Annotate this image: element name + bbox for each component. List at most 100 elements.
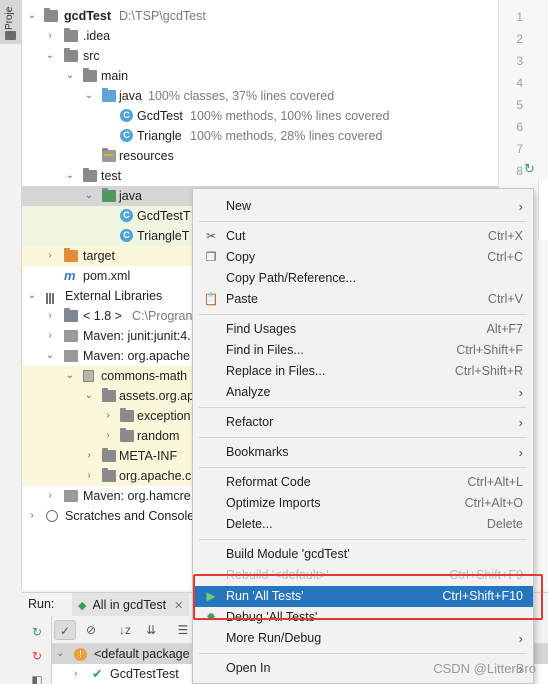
menu-item-shortcut: Ctrl+Alt+L <box>467 475 523 489</box>
menu-item-label: Reformat Code <box>226 475 311 489</box>
menu-item-debug-all-tests[interactable]: ✹ Debug 'All Tests' <box>193 607 533 628</box>
class-icon: C <box>120 109 133 122</box>
line-number: 3 <box>516 54 523 68</box>
tree-row-resources[interactable]: resources <box>22 146 498 166</box>
menu-item-cut[interactable]: ✂ Cut Ctrl+X <box>193 226 533 247</box>
chevron-right-icon[interactable]: › <box>83 466 95 486</box>
menu-item-copy[interactable]: ❐ Copy Ctrl+C <box>193 247 533 268</box>
run-tab-all-in-gcdtest[interactable]: ◆ All in gcdTest ✕ <box>72 593 190 617</box>
chevron-right-icon[interactable]: › <box>74 664 77 684</box>
random-label: random <box>137 429 180 443</box>
menu-item-refactor[interactable]: Refactor › <box>193 412 533 433</box>
chevron-down-icon[interactable]: ⌄ <box>83 386 95 406</box>
tree-row-root[interactable]: ⌄ gcdTest D:\TSP\gcdTest <box>22 6 498 26</box>
menu-item-shortcut: Delete <box>486 517 523 531</box>
menu-separator <box>199 653 527 654</box>
menu-item-optimize-imports[interactable]: Optimize Imports Ctrl+Alt+O <box>193 493 533 514</box>
chevron-right-icon[interactable]: › <box>102 406 114 426</box>
test-folder-icon <box>102 188 116 202</box>
chevron-down-icon[interactable]: ⌄ <box>64 66 76 86</box>
sort-duration-button[interactable]: ⇊ <box>140 620 162 640</box>
library-icon <box>64 330 78 342</box>
chevron-right-icon[interactable]: › <box>83 446 95 466</box>
menu-item-copy-path[interactable]: Copy Path/Reference... <box>193 268 533 289</box>
chevron-right-icon[interactable]: › <box>44 486 56 506</box>
menu-item-analyze[interactable]: Analyze › <box>193 382 533 403</box>
tree-row-idea[interactable]: › .idea <box>22 26 498 46</box>
rerun-failed-icon[interactable]: ↻ <box>29 648 45 664</box>
menu-item-label: Debug 'All Tests' <box>226 610 318 624</box>
menu-item-build-module[interactable]: Build Module 'gcdTest' <box>193 544 533 565</box>
chevron-right-icon[interactable]: › <box>26 506 38 526</box>
menu-item-shortcut: Ctrl+Shift+R <box>454 364 523 378</box>
menu-item-label: Run 'All Tests' <box>226 589 304 603</box>
resources-folder-icon <box>102 148 116 162</box>
expand-all-button[interactable]: ☰ <box>172 620 194 640</box>
close-icon[interactable]: ✕ <box>174 600 183 612</box>
chevron-down-icon[interactable]: ⌄ <box>26 286 38 306</box>
gcdtest-class-label: GcdTest <box>137 109 183 123</box>
tree-row-src[interactable]: ⌄ src <box>22 46 498 66</box>
menu-item-find-usages[interactable]: Find Usages Alt+F7 <box>193 319 533 340</box>
gcdtest-coverage: 100% methods, 100% lines covered <box>190 109 390 123</box>
folder-icon <box>64 28 78 42</box>
chevron-right-icon: › <box>518 631 523 646</box>
show-passed-button[interactable]: ✓ <box>54 620 76 640</box>
sort-alpha-button[interactable]: ↓z <box>114 620 136 640</box>
menu-item-reformat-code[interactable]: Reformat Code Ctrl+Alt+L <box>193 472 533 493</box>
chevron-down-icon[interactable]: ⌄ <box>44 46 56 66</box>
chevron-right-icon[interactable]: › <box>44 246 56 266</box>
idea-label: .idea <box>83 29 111 43</box>
menu-item-new[interactable]: New › <box>193 196 533 217</box>
chevron-right-icon[interactable]: › <box>44 306 56 326</box>
tree-row-test[interactable]: ⌄ test <box>22 166 498 186</box>
menu-separator <box>199 467 527 468</box>
toggle-icon[interactable]: ◧ <box>29 672 45 684</box>
run-tab-label: All in gcdTest <box>92 598 167 612</box>
chevron-right-icon[interactable]: › <box>44 26 56 46</box>
excluded-folder-icon <box>64 248 78 262</box>
debug-icon: ✹ <box>205 610 217 624</box>
folder-icon <box>102 448 116 462</box>
menu-item-bookmarks[interactable]: Bookmarks › <box>193 442 533 463</box>
chevron-down-icon[interactable]: ⌄ <box>64 366 76 386</box>
menu-item-replace-in-files[interactable]: Replace in Files... Ctrl+Shift+R <box>193 361 533 382</box>
chevron-right-icon[interactable]: › <box>102 426 114 446</box>
chevron-down-icon[interactable]: ⌄ <box>83 86 95 106</box>
folder-icon <box>83 168 97 182</box>
tree-row-gcdtest-class[interactable]: C GcdTest 100% methods, 100% lines cover… <box>22 106 498 126</box>
show-ignored-button[interactable]: ⊘ <box>80 620 102 640</box>
jdk-path: C:\Progran <box>132 309 193 323</box>
menu-item-find-in-files[interactable]: Find in Files... Ctrl+Shift+F <box>193 340 533 361</box>
chevron-down-icon[interactable]: ⌄ <box>83 186 95 206</box>
warning-icon: ! <box>74 644 87 664</box>
menu-item-run-all-tests[interactable]: ▶ Run 'All Tests' Ctrl+Shift+F10 <box>193 586 533 607</box>
tree-row-triangle-class[interactable]: C Triangle 100% methods, 28% lines cover… <box>22 126 498 146</box>
chevron-down-icon[interactable]: ⌄ <box>64 166 76 186</box>
chevron-right-icon[interactable]: › <box>44 326 56 346</box>
run-gutter-icon[interactable]: ↻ <box>524 162 538 176</box>
chevron-down-icon[interactable]: ⌄ <box>44 346 56 366</box>
menu-item-paste[interactable]: 📋 Paste Ctrl+V <box>193 289 533 310</box>
project-tool-tab[interactable]: Proje <box>0 0 22 44</box>
jdk-icon <box>64 308 78 322</box>
line-number: 6 <box>516 120 523 134</box>
menu-item-delete[interactable]: Delete... Delete <box>193 514 533 535</box>
jdk-label: < 1.8 > <box>83 309 122 323</box>
project-tool-strip: Proje <box>0 0 22 590</box>
chevron-down-icon[interactable]: ⌄ <box>26 6 38 26</box>
chevron-down-icon[interactable]: ⌄ <box>56 644 64 664</box>
menu-item-label: Refactor <box>226 415 274 429</box>
line-number: 5 <box>516 98 523 112</box>
tree-row-main[interactable]: ⌄ main <box>22 66 498 86</box>
test-java-label: java <box>119 189 142 203</box>
org-apache-label: org.apache.c <box>119 469 192 483</box>
tree-row-main-java[interactable]: ⌄ java 100% classes, 37% lines covered <box>22 86 498 106</box>
menu-item-rebuild[interactable]: Rebuild '<default>' Ctrl+Shift+F9 <box>193 565 533 586</box>
source-folder-icon <box>102 88 116 102</box>
rerun-icon[interactable]: ↻ <box>29 624 45 640</box>
menu-item-shortcut: Alt+F7 <box>486 322 523 336</box>
maven-apache-label: Maven: org.apache <box>83 349 191 363</box>
menu-item-more-run-debug[interactable]: More Run/Debug › <box>193 628 533 649</box>
module-folder-icon <box>44 8 58 22</box>
